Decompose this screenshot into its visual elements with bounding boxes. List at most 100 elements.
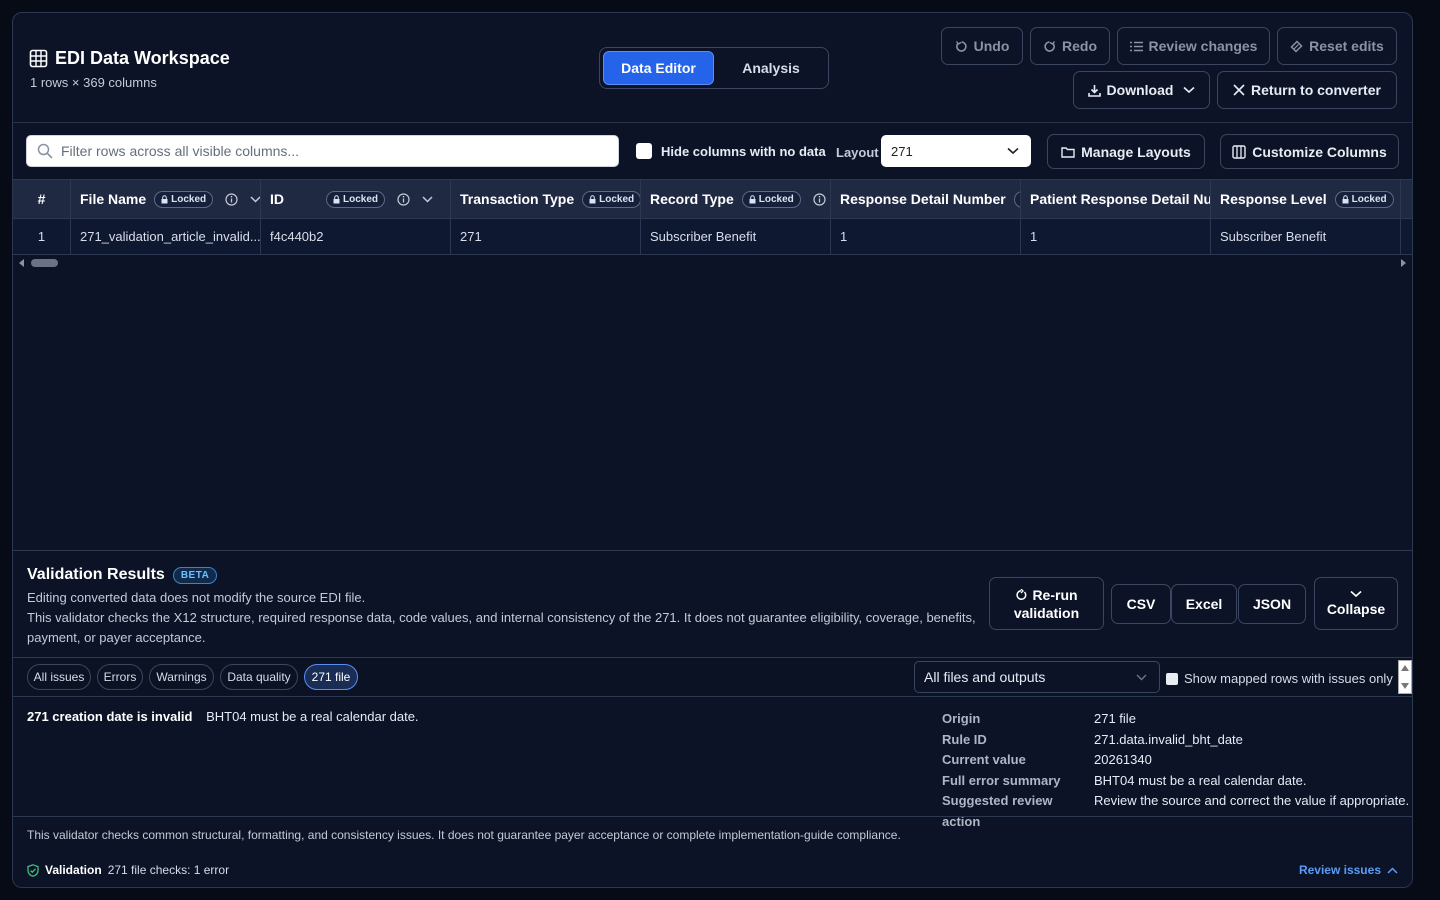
filter-data-quality[interactable]: Data quality [220,664,298,690]
cell-record-type[interactable]: Subscriber Benefit [641,219,831,254]
footer-disclaimer: This validator checks common structural,… [27,828,901,842]
chevron-up-icon [1387,866,1398,874]
validation-status: Validation 271 file checks: 1 error [27,863,229,877]
issue-text: BHT04 must be a real calendar date. [206,709,419,724]
locked-badge: Locked [326,190,386,208]
mapped-rows-checkbox[interactable] [1166,672,1178,685]
column-header-file-name[interactable]: File Name Locked [71,180,261,218]
shield-check-icon [27,863,39,877]
export-excel-button[interactable]: Excel [1171,584,1237,624]
info-icon[interactable] [225,192,238,206]
review-issues-link[interactable]: Review issues [1299,863,1398,877]
filter-input[interactable] [61,143,601,159]
cell-transaction-type[interactable]: 271 [451,219,641,254]
status-text: 271 file checks: 1 error [107,863,230,877]
review-changes-button[interactable]: Review changes [1117,27,1270,65]
scope-select[interactable]: All files and outputs [914,661,1160,693]
cell-response-level[interactable]: Subscriber Benefit [1211,219,1401,254]
redo-icon [1044,40,1056,52]
download-button[interactable]: Download [1073,71,1210,109]
issues-scrollbar[interactable] [1398,660,1412,694]
detail-value: 271.data.invalid_bht_date [1094,731,1243,747]
workspace-header: EDI Data Workspace 1 rows × 369 columns … [13,13,1412,123]
chevron-down-icon [1350,590,1362,597]
lock-icon [589,194,596,203]
list-icon [1129,41,1143,51]
refresh-icon [1016,588,1027,600]
column-header-response-detail-number[interactable]: Response Detail Number Locked [831,180,1021,218]
view-switcher: Data Editor Analysis [599,47,829,89]
column-header-id[interactable]: ID Locked [261,180,451,218]
download-icon [1087,84,1101,97]
detail-label: Rule ID [942,731,987,747]
workspace-panel: EDI Data Workspace 1 rows × 369 columns … [12,12,1413,888]
row-filter[interactable] [26,135,619,167]
scroll-left-icon[interactable] [19,259,25,267]
search-icon [37,143,53,159]
cell-patient-response-detail-number[interactable]: 1 [1021,219,1211,254]
manage-layouts-button[interactable]: Manage Layouts [1047,134,1205,169]
validation-footer: This validator checks common structural,… [13,816,1412,887]
validator-note-line2: payment, or payer acceptance. [27,630,206,645]
lock-icon [749,194,756,203]
lock-icon [333,194,340,203]
horizontal-scrollbar[interactable] [13,256,1412,270]
cell-id[interactable]: f4c440b2 [261,219,451,254]
grid-icon [29,49,48,68]
scrollbar-thumb[interactable] [31,259,58,267]
locked-badge: Locked [741,190,801,208]
cell-next [1401,219,1412,254]
scroll-down-icon[interactable] [1401,683,1409,689]
hide-empty-columns-toggle[interactable]: Hide columns with no data [636,143,826,159]
validator-note-line1: This validator checks the X12 structure,… [27,610,976,625]
status-label: Validation [45,863,102,877]
redo-button[interactable]: Redo [1030,27,1110,65]
tab-analysis[interactable]: Analysis [718,51,824,85]
detail-label: Origin [942,711,981,726]
collapse-button[interactable]: Collapse [1314,577,1398,630]
chevron-down-icon [1183,86,1195,94]
column-header-patient-response-detail-number[interactable]: Patient Response Detail Numb [1021,180,1211,218]
cell-file-name[interactable]: 271_validation_article_invalid... [71,219,261,254]
filter-errors[interactable]: Errors [97,664,143,690]
column-header-record-type[interactable]: Record Type Locked [641,180,831,218]
info-icon[interactable] [397,192,410,206]
scroll-up-icon[interactable] [1401,665,1409,671]
detail-label: Current value [942,752,1026,767]
filter-warnings[interactable]: Warnings [149,664,214,690]
folder-icon [1061,146,1075,158]
cell-response-detail-number[interactable]: 1 [831,219,1021,254]
issue-item[interactable]: 271 creation date is invalid BHT04 must … [27,709,419,724]
export-csv-button[interactable]: CSV [1111,584,1171,624]
validation-panel: Validation Results BETA Editing converte… [13,550,1412,887]
detail-value: 271 file [1094,711,1136,726]
info-icon[interactable] [813,192,826,206]
layout-select[interactable]: 271 [881,135,1031,167]
chevron-down-icon[interactable] [422,195,433,203]
undo-button[interactable]: Undo [941,27,1023,65]
filter-all-issues[interactable]: All issues [27,664,91,690]
tab-data-editor[interactable]: Data Editor [603,51,714,85]
chevron-down-icon[interactable] [250,195,261,203]
column-header-response-level[interactable]: Response Level Locked [1211,180,1401,218]
reset-edits-button[interactable]: Reset edits [1277,27,1397,65]
data-grid: # File Name Locked ID Locked Transaction… [13,179,1412,267]
mapped-rows-toggle[interactable]: Show mapped rows with issues only [1166,671,1393,686]
issue-filters-bar: All issues Errors Warnings Data quality … [13,657,1412,697]
rerun-validation-button[interactable]: Re-run validation [989,577,1104,630]
return-to-converter-button[interactable]: Return to converter [1217,71,1397,109]
close-icon [1233,84,1245,96]
grid-header-row: # File Name Locked ID Locked Transaction… [13,179,1412,219]
scroll-right-icon[interactable] [1400,259,1406,267]
hide-empty-checkbox[interactable] [636,143,652,159]
column-header-transaction-type[interactable]: Transaction Type Locked [451,180,641,218]
customize-columns-button[interactable]: Customize Columns [1220,134,1399,169]
dataset-size: 1 rows × 369 columns [30,75,157,90]
export-json-button[interactable]: JSON [1238,584,1306,624]
detail-label: Full error summary [942,772,1061,788]
row-number: 1 [13,219,71,254]
filter-271-file[interactable]: 271 file [304,664,358,690]
lock-icon [161,194,168,203]
table-row[interactable]: 1 271_validation_article_invalid... f4c4… [13,219,1412,255]
locked-badge: Locked [1013,190,1020,208]
